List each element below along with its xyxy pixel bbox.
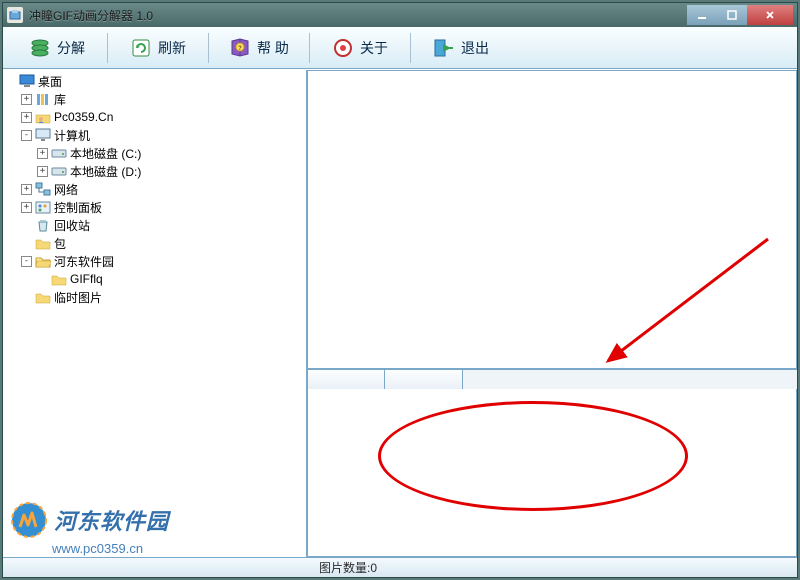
stack-icon — [29, 37, 51, 59]
tree-item[interactable]: +库 — [5, 90, 304, 108]
toolbar-separator — [410, 33, 411, 63]
folder-tree: 桌面+库+Pc0359.Cn-计算机+本地磁盘 (C:)+本地磁盘 (D:)+网… — [5, 72, 304, 306]
tree-item-label: 回收站 — [54, 217, 90, 234]
window-title: 冲瞳GIF动画分解器 1.0 — [29, 7, 687, 24]
tree-item-label: 网络 — [54, 181, 78, 198]
about-label: 关于 — [360, 38, 388, 58]
image-count-label: 图片数量: — [319, 559, 370, 576]
tree-item[interactable]: - 河东软件园 — [5, 252, 304, 270]
expand-toggle[interactable]: - — [21, 256, 32, 267]
close-button[interactable] — [747, 5, 793, 25]
titlebar[interactable]: 冲瞳GIF动画分解器 1.0 — [3, 3, 797, 27]
expand-toggle[interactable]: + — [21, 112, 32, 123]
content-area: 桌面+库+Pc0359.Cn-计算机+本地磁盘 (C:)+本地磁盘 (D:)+网… — [3, 69, 797, 557]
network-icon — [35, 181, 51, 197]
exit-icon — [433, 37, 455, 59]
user-icon — [35, 109, 51, 125]
lib-icon — [35, 91, 51, 107]
help-button[interactable]: ? 帮 助 — [213, 30, 305, 66]
exit-button[interactable]: 退出 — [415, 30, 507, 66]
tree-item[interactable]: + Pc0359.Cn — [5, 108, 304, 126]
refresh-label: 刷新 — [158, 38, 186, 58]
tree-item[interactable]: + 网络 — [5, 180, 304, 198]
minimize-button[interactable] — [687, 5, 717, 25]
tree-item-label: 本地磁盘 (C:) — [70, 145, 141, 162]
expand-spacer — [21, 238, 32, 249]
tree-item[interactable]: 桌面 — [5, 72, 304, 90]
app-window: 冲瞳GIF动画分解器 1.0 分解 刷新 ? 帮 助 — [2, 2, 798, 578]
preview-area[interactable] — [307, 70, 797, 369]
tree-item-label: 控制面板 — [54, 199, 102, 216]
frames-panel[interactable] — [307, 389, 797, 557]
tree-item[interactable]: - 计算机 — [5, 126, 304, 144]
tree-item[interactable]: 回收站 — [5, 216, 304, 234]
expand-spacer — [5, 76, 16, 87]
window-controls — [687, 5, 793, 25]
tree-item[interactable]: + 本地磁盘 (D:) — [5, 162, 304, 180]
toolbar: 分解 刷新 ? 帮 助 关于 退出 — [3, 27, 797, 69]
expand-spacer — [21, 220, 32, 231]
folder-icon — [51, 271, 67, 287]
expand-toggle[interactable]: + — [21, 94, 32, 105]
tree-item-label: 本地磁盘 (D:) — [70, 163, 141, 180]
tree-item[interactable]: + 控制面板 — [5, 198, 304, 216]
refresh-button[interactable]: 刷新 — [112, 30, 204, 66]
computer-icon — [35, 127, 51, 143]
expand-toggle[interactable]: + — [37, 148, 48, 159]
exit-label: 退出 — [461, 38, 489, 58]
frame-tabs — [307, 369, 797, 389]
tree-item[interactable]: + 本地磁盘 (C:) — [5, 144, 304, 162]
expand-toggle[interactable]: - — [21, 130, 32, 141]
svg-text:?: ? — [238, 46, 242, 52]
expand-toggle[interactable]: + — [37, 166, 48, 177]
maximize-button[interactable] — [717, 5, 747, 25]
decompose-button[interactable]: 分解 — [11, 30, 103, 66]
about-icon — [332, 37, 354, 59]
tree-item-label: 临时图片 — [54, 289, 102, 306]
annotation-ellipse — [378, 401, 688, 511]
folder-icon — [35, 289, 51, 305]
tree-item-label: 库 — [54, 91, 66, 108]
statusbar: 图片数量:0 — [3, 557, 797, 577]
app-icon — [7, 7, 23, 23]
folder-icon — [35, 235, 51, 251]
expand-spacer — [37, 274, 48, 285]
tree-item[interactable]: 包 — [5, 234, 304, 252]
tree-item-label: 桌面 — [38, 73, 62, 90]
image-count-value: 0 — [370, 561, 377, 575]
drive-icon — [51, 145, 67, 161]
about-button[interactable]: 关于 — [314, 30, 406, 66]
frame-tab[interactable] — [307, 370, 385, 390]
control-icon — [35, 199, 51, 215]
tree-item-label: 包 — [54, 235, 66, 252]
tree-item[interactable]: GIFflq — [5, 270, 304, 288]
main-panel — [307, 70, 797, 557]
help-icon: ? — [229, 37, 251, 59]
frame-tab[interactable] — [385, 370, 463, 390]
refresh-icon — [130, 37, 152, 59]
desktop-icon — [19, 73, 35, 89]
tree-item-label: Pc0359.Cn — [54, 110, 113, 124]
expand-toggle[interactable]: + — [21, 184, 32, 195]
recycle-icon — [35, 217, 51, 233]
folder-tree-panel[interactable]: 桌面+库+Pc0359.Cn-计算机+本地磁盘 (C:)+本地磁盘 (D:)+网… — [3, 70, 307, 557]
annotation-arrow — [588, 231, 778, 371]
expand-toggle[interactable]: + — [21, 202, 32, 213]
expand-spacer — [21, 292, 32, 303]
help-label: 帮 助 — [257, 38, 289, 58]
toolbar-separator — [107, 33, 108, 63]
toolbar-separator — [309, 33, 310, 63]
tree-item-label: 计算机 — [54, 127, 90, 144]
decompose-label: 分解 — [57, 38, 85, 58]
drive-icon — [51, 163, 67, 179]
tree-item[interactable]: 临时图片 — [5, 288, 304, 306]
tree-item-label: GIFflq — [70, 272, 103, 286]
toolbar-separator — [208, 33, 209, 63]
tree-item-label: 河东软件园 — [54, 253, 114, 270]
folder-open-icon — [35, 253, 51, 269]
